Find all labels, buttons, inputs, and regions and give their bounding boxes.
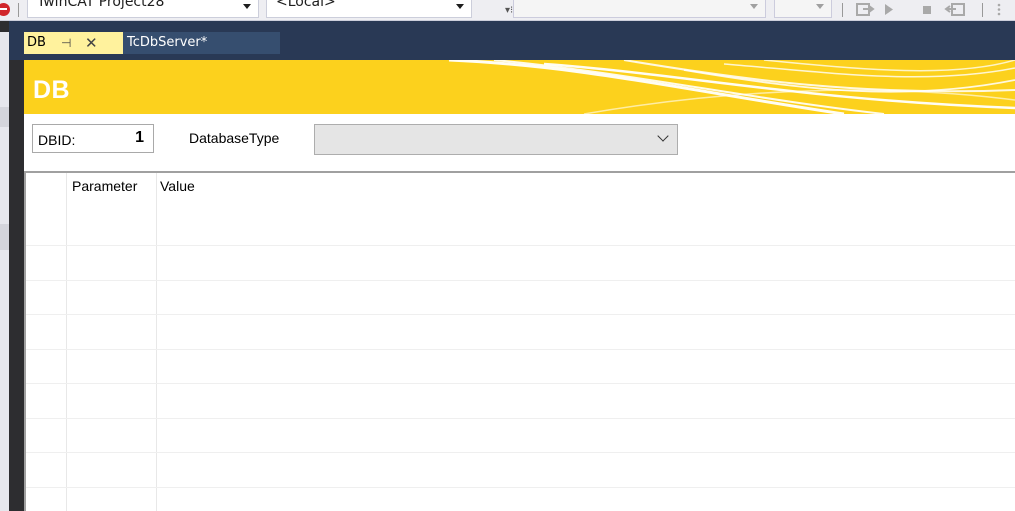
tab-db[interactable]: DB ⊣ ✕	[24, 32, 123, 54]
more-icon[interactable]	[992, 2, 1006, 17]
disabled-combo[interactable]	[513, 0, 766, 18]
disabled-combo-small[interactable]	[774, 0, 832, 18]
step-out-icon[interactable]	[943, 2, 969, 17]
db-editor: DB DBID: 1 DatabaseType Parameter Value	[24, 60, 1015, 511]
toolbar-separator	[842, 3, 843, 17]
stop-icon[interactable]	[0, 2, 12, 16]
chevron-down-icon	[816, 4, 824, 9]
column-header-parameter[interactable]: Parameter	[72, 173, 156, 203]
dbid-label: DBID:	[38, 132, 76, 148]
table-row	[26, 314, 1015, 315]
grid-column-divider	[156, 173, 157, 511]
target-combo[interactable]: <Local>	[266, 0, 472, 18]
table-row	[26, 487, 1015, 488]
tab-tcdbserver-label: TcDbServer*	[127, 35, 208, 50]
banner-title: DB	[33, 76, 71, 104]
column-header-value[interactable]: Value	[160, 173, 560, 203]
target-combo-text: <Local>	[276, 0, 336, 10]
database-type-select[interactable]	[314, 124, 678, 155]
pin-icon[interactable]: ⊣	[61, 32, 71, 54]
left-panel-marker	[0, 224, 9, 250]
table-row	[26, 349, 1015, 350]
chevron-down-icon	[456, 4, 464, 9]
close-icon[interactable]: ✕	[85, 32, 98, 54]
table-row	[26, 245, 1015, 246]
dbid-value: 1	[135, 129, 144, 146]
toolbar-overflow-icon[interactable]: ▾⁝	[505, 5, 513, 16]
step-into-icon[interactable]	[853, 2, 879, 17]
db-banner: DB	[24, 60, 1015, 114]
table-row	[26, 452, 1015, 453]
chevron-down-icon	[243, 4, 251, 9]
chevron-down-icon	[750, 4, 758, 9]
toolbar-separator	[18, 3, 19, 17]
project-combo[interactable]: TwinCAT Project28	[27, 0, 259, 18]
table-row	[26, 280, 1015, 281]
tab-db-label: DB	[27, 35, 46, 50]
table-row	[26, 383, 1015, 384]
tab-tcdbserver[interactable]: TcDbServer*	[123, 32, 280, 54]
dbid-field: DBID: 1	[32, 124, 154, 153]
table-row	[26, 418, 1015, 419]
play-icon[interactable]	[882, 2, 896, 17]
chevron-down-icon	[657, 130, 669, 142]
banner-swoosh-graphic	[448, 60, 1015, 114]
parameter-grid[interactable]: Parameter Value	[24, 171, 1015, 511]
db-fields: DBID: 1 DatabaseType	[24, 114, 1015, 170]
project-combo-text: TwinCAT Project28	[37, 0, 165, 10]
toolbar-separator	[982, 3, 983, 17]
database-type-label: DatabaseType	[189, 130, 280, 146]
left-panel-strip[interactable]	[0, 32, 9, 511]
grid-column-divider	[66, 173, 67, 511]
left-panel-marker	[0, 107, 9, 127]
main-toolbar: TwinCAT Project28 <Local> ▾⁝	[0, 0, 1015, 21]
grid-header: Parameter Value	[26, 173, 1015, 203]
document-tab-bar: DB ⊣ ✕ TcDbServer*	[9, 21, 1015, 60]
grid-row-header-column	[26, 173, 66, 203]
stop-square-icon[interactable]	[920, 2, 934, 17]
